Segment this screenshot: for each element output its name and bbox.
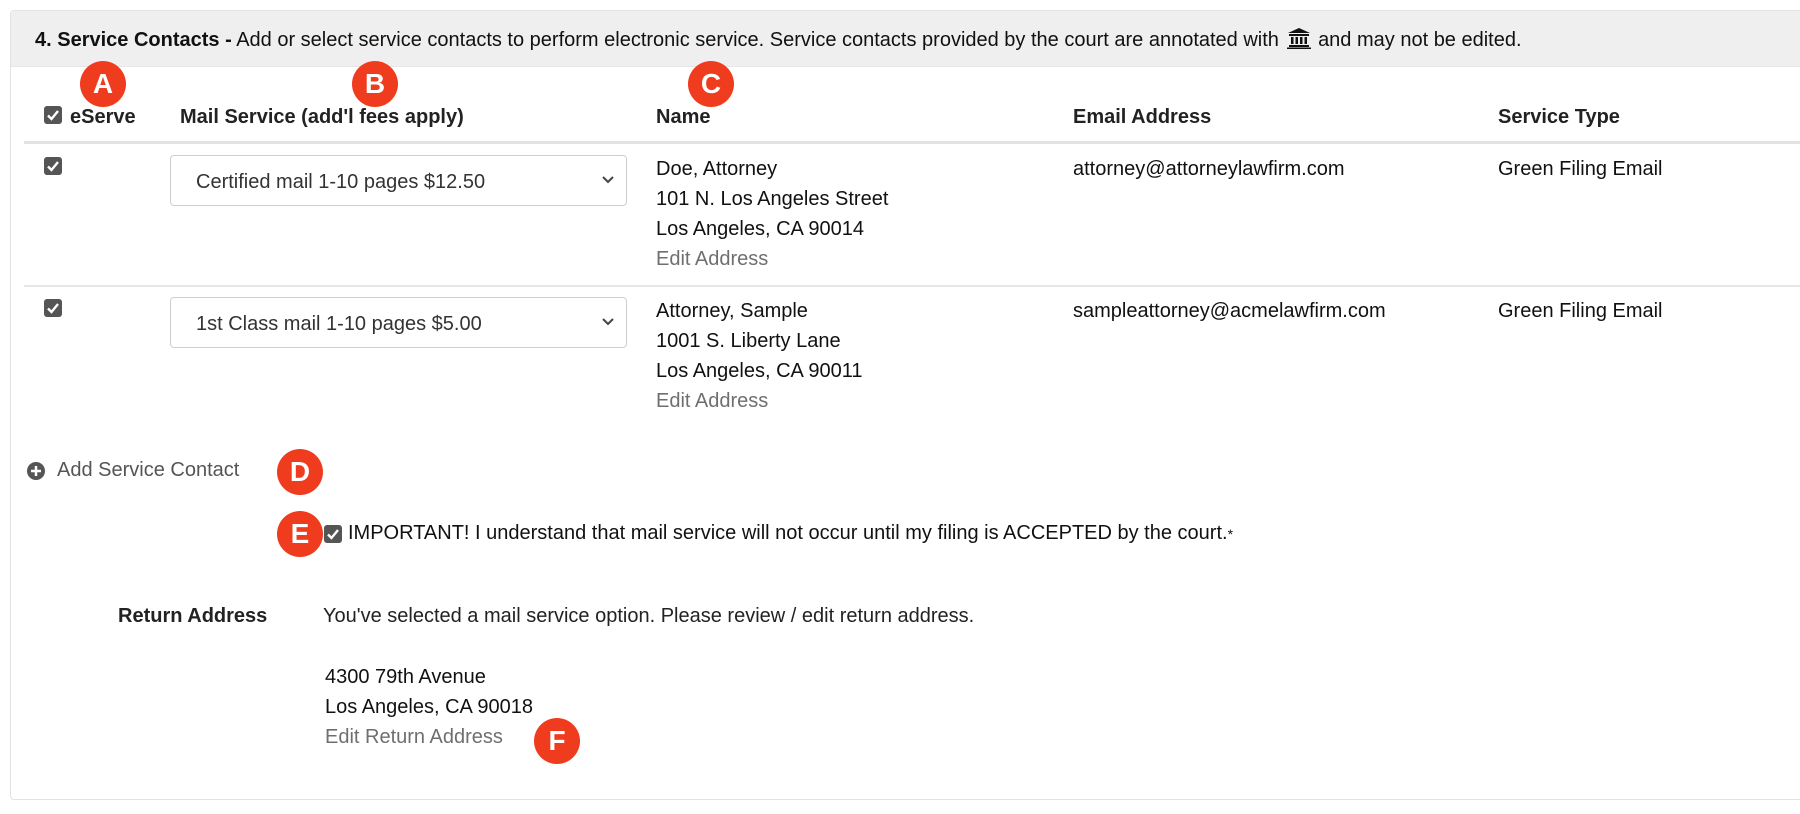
eserve-checkbox[interactable] bbox=[44, 299, 62, 317]
eserve-checkbox[interactable] bbox=[44, 157, 62, 175]
contact-address-line1: 101 N. Los Angeles Street bbox=[656, 188, 889, 210]
contact-name-cell: Attorney, Sample 1001 S. Liberty Lane Lo… bbox=[656, 296, 862, 416]
mail-service-select[interactable]: Certified mail 1-10 pages $12.50 bbox=[170, 155, 627, 206]
contact-email: sampleattorney@acmelawfirm.com bbox=[1073, 300, 1386, 322]
contact-address-line2: Los Angeles, CA 90011 bbox=[656, 360, 863, 382]
contact-service-type: Green Filing Email bbox=[1498, 300, 1663, 322]
chevron-down-icon bbox=[602, 176, 614, 184]
annotation-marker-f: F bbox=[534, 718, 580, 764]
acknowledgement-text: IMPORTANT! I understand that mail servic… bbox=[348, 522, 1228, 544]
annotation-marker-c: C bbox=[688, 61, 734, 107]
annotation-marker-d: D bbox=[277, 449, 323, 495]
header-service-type: Service Type bbox=[1498, 106, 1620, 128]
section-description-end: and may not be edited. bbox=[1318, 29, 1522, 51]
return-address-line1: 4300 79th Avenue bbox=[325, 666, 486, 688]
court-building-icon bbox=[1286, 28, 1311, 49]
mail-service-acknowledgement: IMPORTANT! I understand that mail servic… bbox=[324, 522, 1233, 545]
mail-service-select[interactable]: 1st Class mail 1-10 pages $5.00 bbox=[170, 297, 627, 348]
chevron-down-icon bbox=[602, 318, 614, 326]
contact-name: Attorney, Sample bbox=[656, 300, 808, 322]
contact-address-line1: 1001 S. Liberty Lane bbox=[656, 330, 841, 352]
header-email: Email Address bbox=[1073, 106, 1212, 128]
return-address-line2: Los Angeles, CA 90018 bbox=[325, 696, 533, 718]
contact-name-cell: Doe, Attorney 101 N. Los Angeles Street … bbox=[656, 154, 888, 274]
edit-return-address-link[interactable]: Edit Return Address bbox=[325, 722, 533, 752]
header-eserve: eServe bbox=[70, 106, 136, 128]
return-address-note: You've selected a mail service option. P… bbox=[323, 605, 975, 627]
contact-email: attorney@attorneylawfirm.com bbox=[1073, 158, 1345, 180]
annotation-marker-e: E bbox=[277, 511, 323, 557]
eserve-select-all-checkbox[interactable] bbox=[44, 106, 62, 124]
header-divider bbox=[24, 141, 1800, 144]
return-address: 4300 79th Avenue Los Angeles, CA 90018 E… bbox=[325, 662, 533, 752]
annotation-marker-a: A bbox=[80, 61, 126, 107]
annotation-marker-b: B bbox=[352, 61, 398, 107]
section-step-label: 4. Service Contacts - bbox=[35, 29, 232, 51]
add-service-contact-button[interactable]: Add Service Contact bbox=[27, 459, 239, 482]
edit-address-link[interactable]: Edit Address bbox=[656, 244, 888, 274]
header-name: Name bbox=[656, 106, 711, 128]
edit-address-link[interactable]: Edit Address bbox=[656, 386, 862, 416]
return-address-label: Return Address bbox=[118, 605, 268, 627]
section-heading: 4. Service Contacts - Add or select serv… bbox=[11, 11, 1800, 67]
section-description: Add or select service contacts to perfor… bbox=[236, 29, 1279, 51]
contact-address-line2: Los Angeles, CA 90014 bbox=[656, 218, 864, 240]
mail-service-value: 1st Class mail 1-10 pages $5.00 bbox=[196, 313, 482, 335]
required-asterisk: * bbox=[1227, 525, 1234, 542]
acknowledgement-checkbox[interactable] bbox=[324, 524, 342, 543]
row-divider bbox=[24, 285, 1800, 287]
header-mail-service: Mail Service (add'l fees apply) bbox=[180, 106, 464, 128]
contact-name: Doe, Attorney bbox=[656, 158, 778, 180]
add-service-contact-label: Add Service Contact bbox=[57, 459, 240, 481]
contact-service-type: Green Filing Email bbox=[1498, 158, 1663, 180]
mail-service-value: Certified mail 1-10 pages $12.50 bbox=[196, 171, 486, 193]
plus-circle-icon bbox=[27, 461, 45, 480]
